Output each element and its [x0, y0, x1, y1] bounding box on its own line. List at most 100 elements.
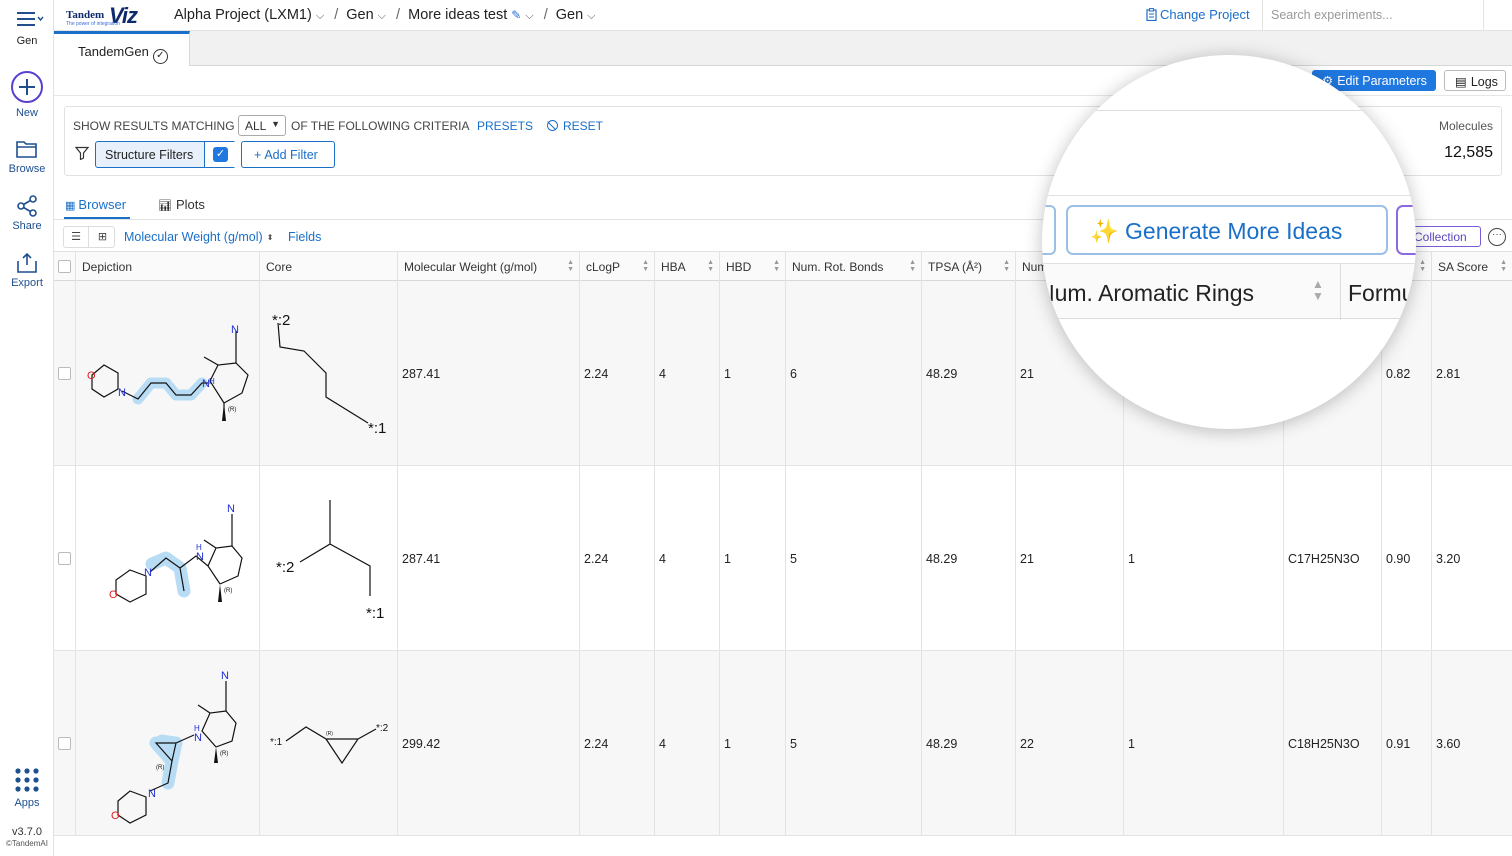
tandemviz-logo[interactable]: Tandem Viz The power of integration: [64, 3, 146, 28]
sort-arrows-icon[interactable]: ▲ ▼: [909, 259, 916, 273]
adjacent-button[interactable]: [1042, 205, 1056, 255]
row-checkbox[interactable]: [58, 737, 71, 750]
sort-arrows-icon[interactable]: ▲ ▼: [567, 259, 574, 273]
column-aromatic-rings-zoomed[interactable]: Num. Aromatic Rings: [1042, 280, 1254, 307]
column-hbd[interactable]: HBD ▲ ▼: [720, 252, 786, 281]
change-project-button[interactable]: Change Project: [1146, 7, 1250, 22]
sort-arrows-icon[interactable]: ▲ ▼: [1500, 259, 1507, 273]
tab-browser[interactable]: ▦ Browser: [65, 197, 126, 212]
core-structure-image: *:1 *:2 (R): [270, 723, 389, 765]
pencil-edit-icon[interactable]: ✎: [511, 8, 521, 22]
sort-arrows-icon[interactable]: ▲ ▼: [1003, 259, 1010, 273]
app-switcher-gen[interactable]: Gen: [0, 8, 54, 47]
filter-funnel-icon: [75, 146, 89, 160]
breadcrumb-project[interactable]: Alpha Project (LXM1): [174, 7, 312, 23]
column-label: cLogP: [586, 260, 621, 274]
logo-brand: Tandem: [66, 9, 105, 21]
molecule-structure-image: O N N H N (R) (R): [111, 670, 237, 824]
column-depiction[interactable]: Depiction: [76, 252, 260, 281]
tab-plots[interactable]: 📊︎ Plots: [158, 197, 205, 212]
core-cell[interactable]: *:2 *:1: [260, 281, 398, 466]
grid-view-icon[interactable]: ⊞: [90, 227, 115, 247]
fields-link[interactable]: Fields: [288, 230, 321, 244]
select-all-checkbox[interactable]: [58, 260, 71, 273]
experiment-tab-strip: TandemGen ✓: [54, 31, 1512, 66]
sa-score-cell: 3.60: [1436, 737, 1461, 751]
rail-browse-button[interactable]: Browse: [0, 138, 54, 175]
rail-new-button[interactable]: New: [0, 70, 54, 119]
sort-arrows-icon[interactable]: ▲ ▼: [642, 259, 649, 273]
row-checkbox[interactable]: [58, 367, 71, 380]
rail-export-label: Export: [11, 277, 43, 289]
view-mode-toggle[interactable]: ☰ ⊞: [63, 226, 115, 248]
column-formula-zoomed[interactable]: Formula: [1348, 280, 1416, 307]
mw-cell: 299.42: [398, 651, 580, 836]
depiction-cell[interactable]: O N N H N (R) (R): [76, 651, 260, 836]
structure-filters-toggle[interactable]: ✓: [204, 142, 236, 167]
logs-button[interactable]: ▤ Logs: [1444, 70, 1506, 91]
plus-icon: +: [254, 148, 262, 162]
nitrogen-atom-label: N: [221, 670, 229, 682]
structure-filters-chip[interactable]: Structure Filters ✓: [95, 141, 236, 168]
depiction-cell[interactable]: O N N H N (R): [76, 281, 260, 466]
reset-button[interactable]: RESET: [547, 119, 603, 133]
add-filter-button[interactable]: + Add Filter: [241, 141, 335, 168]
tab-tandemgen[interactable]: TandemGen ✓: [54, 31, 190, 66]
column-rot-bonds[interactable]: Num. Rot. Bonds ▲ ▼: [786, 252, 922, 281]
oxygen-atom-label: O: [87, 370, 96, 382]
depiction-cell[interactable]: O N N H N (R): [76, 466, 260, 651]
rot-bonds-cell: 5: [786, 651, 922, 836]
core-cell[interactable]: *:2 *:1: [260, 466, 398, 651]
more-options-icon[interactable]: ···: [1488, 228, 1506, 246]
breadcrumb-step[interactable]: Gen: [556, 7, 583, 23]
collection-button-zoomed[interactable]: [1396, 205, 1416, 255]
column-tpsa[interactable]: TPSA (Å²) ▲ ▼: [922, 252, 1016, 281]
hba-cell: 4: [655, 651, 720, 836]
hbd-cell: 1: [720, 466, 786, 651]
row-select-cell: [54, 466, 76, 651]
column-molecular-weight[interactable]: Molecular Weight (g/mol) ▲ ▼: [398, 252, 580, 281]
rot-bonds-cell: 5: [786, 466, 922, 651]
checkbox-checked-icon: ✓: [213, 147, 228, 162]
rail-apps-label: Apps: [14, 797, 40, 809]
hba-cell: 4: [655, 466, 720, 651]
mw-cell: 287.41: [398, 281, 580, 466]
chevron-down-icon[interactable]: ⌵: [316, 10, 324, 22]
core-cell[interactable]: *:1 *:2 (R): [260, 651, 398, 836]
row-checkbox[interactable]: [58, 552, 71, 565]
match-mode-select[interactable]: ALL ▼: [238, 115, 286, 136]
rail-share-button[interactable]: Share: [0, 195, 54, 232]
molecules-label: Molecules: [1438, 119, 1493, 133]
sort-arrows-icon[interactable]: ▲ ▼: [707, 259, 714, 273]
rail-apps-button[interactable]: Apps: [0, 766, 54, 809]
column-core[interactable]: Core: [260, 252, 398, 281]
table-row[interactable]: O N N H N (R) (R) *:1 *:2 (R) 299.42 2.2…: [54, 651, 1512, 836]
presets-link[interactable]: PRESETS: [477, 119, 533, 133]
chevron-down-icon[interactable]: ⌵: [525, 10, 533, 22]
rail-browse-label: Browse: [8, 163, 46, 175]
search-experiments-input[interactable]: Search experiments...: [1262, 0, 1484, 31]
rail-export-button[interactable]: Export: [0, 252, 54, 289]
sort-arrows-icon[interactable]: ▲ ▼: [1419, 259, 1426, 273]
list-view-icon[interactable]: ☰: [64, 227, 89, 247]
sort-field-select[interactable]: Molecular Weight (g/mol) ⬍: [124, 230, 273, 244]
hbd-cell: 1: [720, 651, 786, 836]
stereo-label: (R): [224, 588, 232, 594]
chevron-down-icon[interactable]: ⌵: [587, 10, 595, 22]
breadcrumb-gen[interactable]: Gen: [346, 7, 373, 23]
breadcrumb-experiment[interactable]: More ideas test: [408, 7, 507, 23]
column-clogp[interactable]: cLogP ▲ ▼: [580, 252, 655, 281]
column-label: HBA: [661, 260, 686, 274]
table-row[interactable]: O N N H N (R) *:2 *:1 287.41 2.24 4 1 5 …: [54, 466, 1512, 651]
chevron-down-icon[interactable]: ⌵: [378, 10, 386, 22]
generate-more-ideas-button[interactable]: ✨ Generate More Ideas: [1066, 205, 1388, 255]
sort-arrows-icon[interactable]: ▲ ▼: [1312, 278, 1324, 302]
molecule-structure-image: O N N H N (R): [87, 324, 249, 421]
formula-cell: C18H25N3O: [1284, 651, 1382, 836]
active-tab-indicator: [64, 217, 130, 219]
divider: [1042, 110, 1416, 111]
hydrogen-label: H: [194, 724, 200, 733]
column-sa-score[interactable]: SA Score ▲ ▼: [1432, 252, 1512, 281]
sort-arrows-icon[interactable]: ▲ ▼: [773, 259, 780, 273]
column-hba[interactable]: HBA ▲ ▼: [655, 252, 720, 281]
